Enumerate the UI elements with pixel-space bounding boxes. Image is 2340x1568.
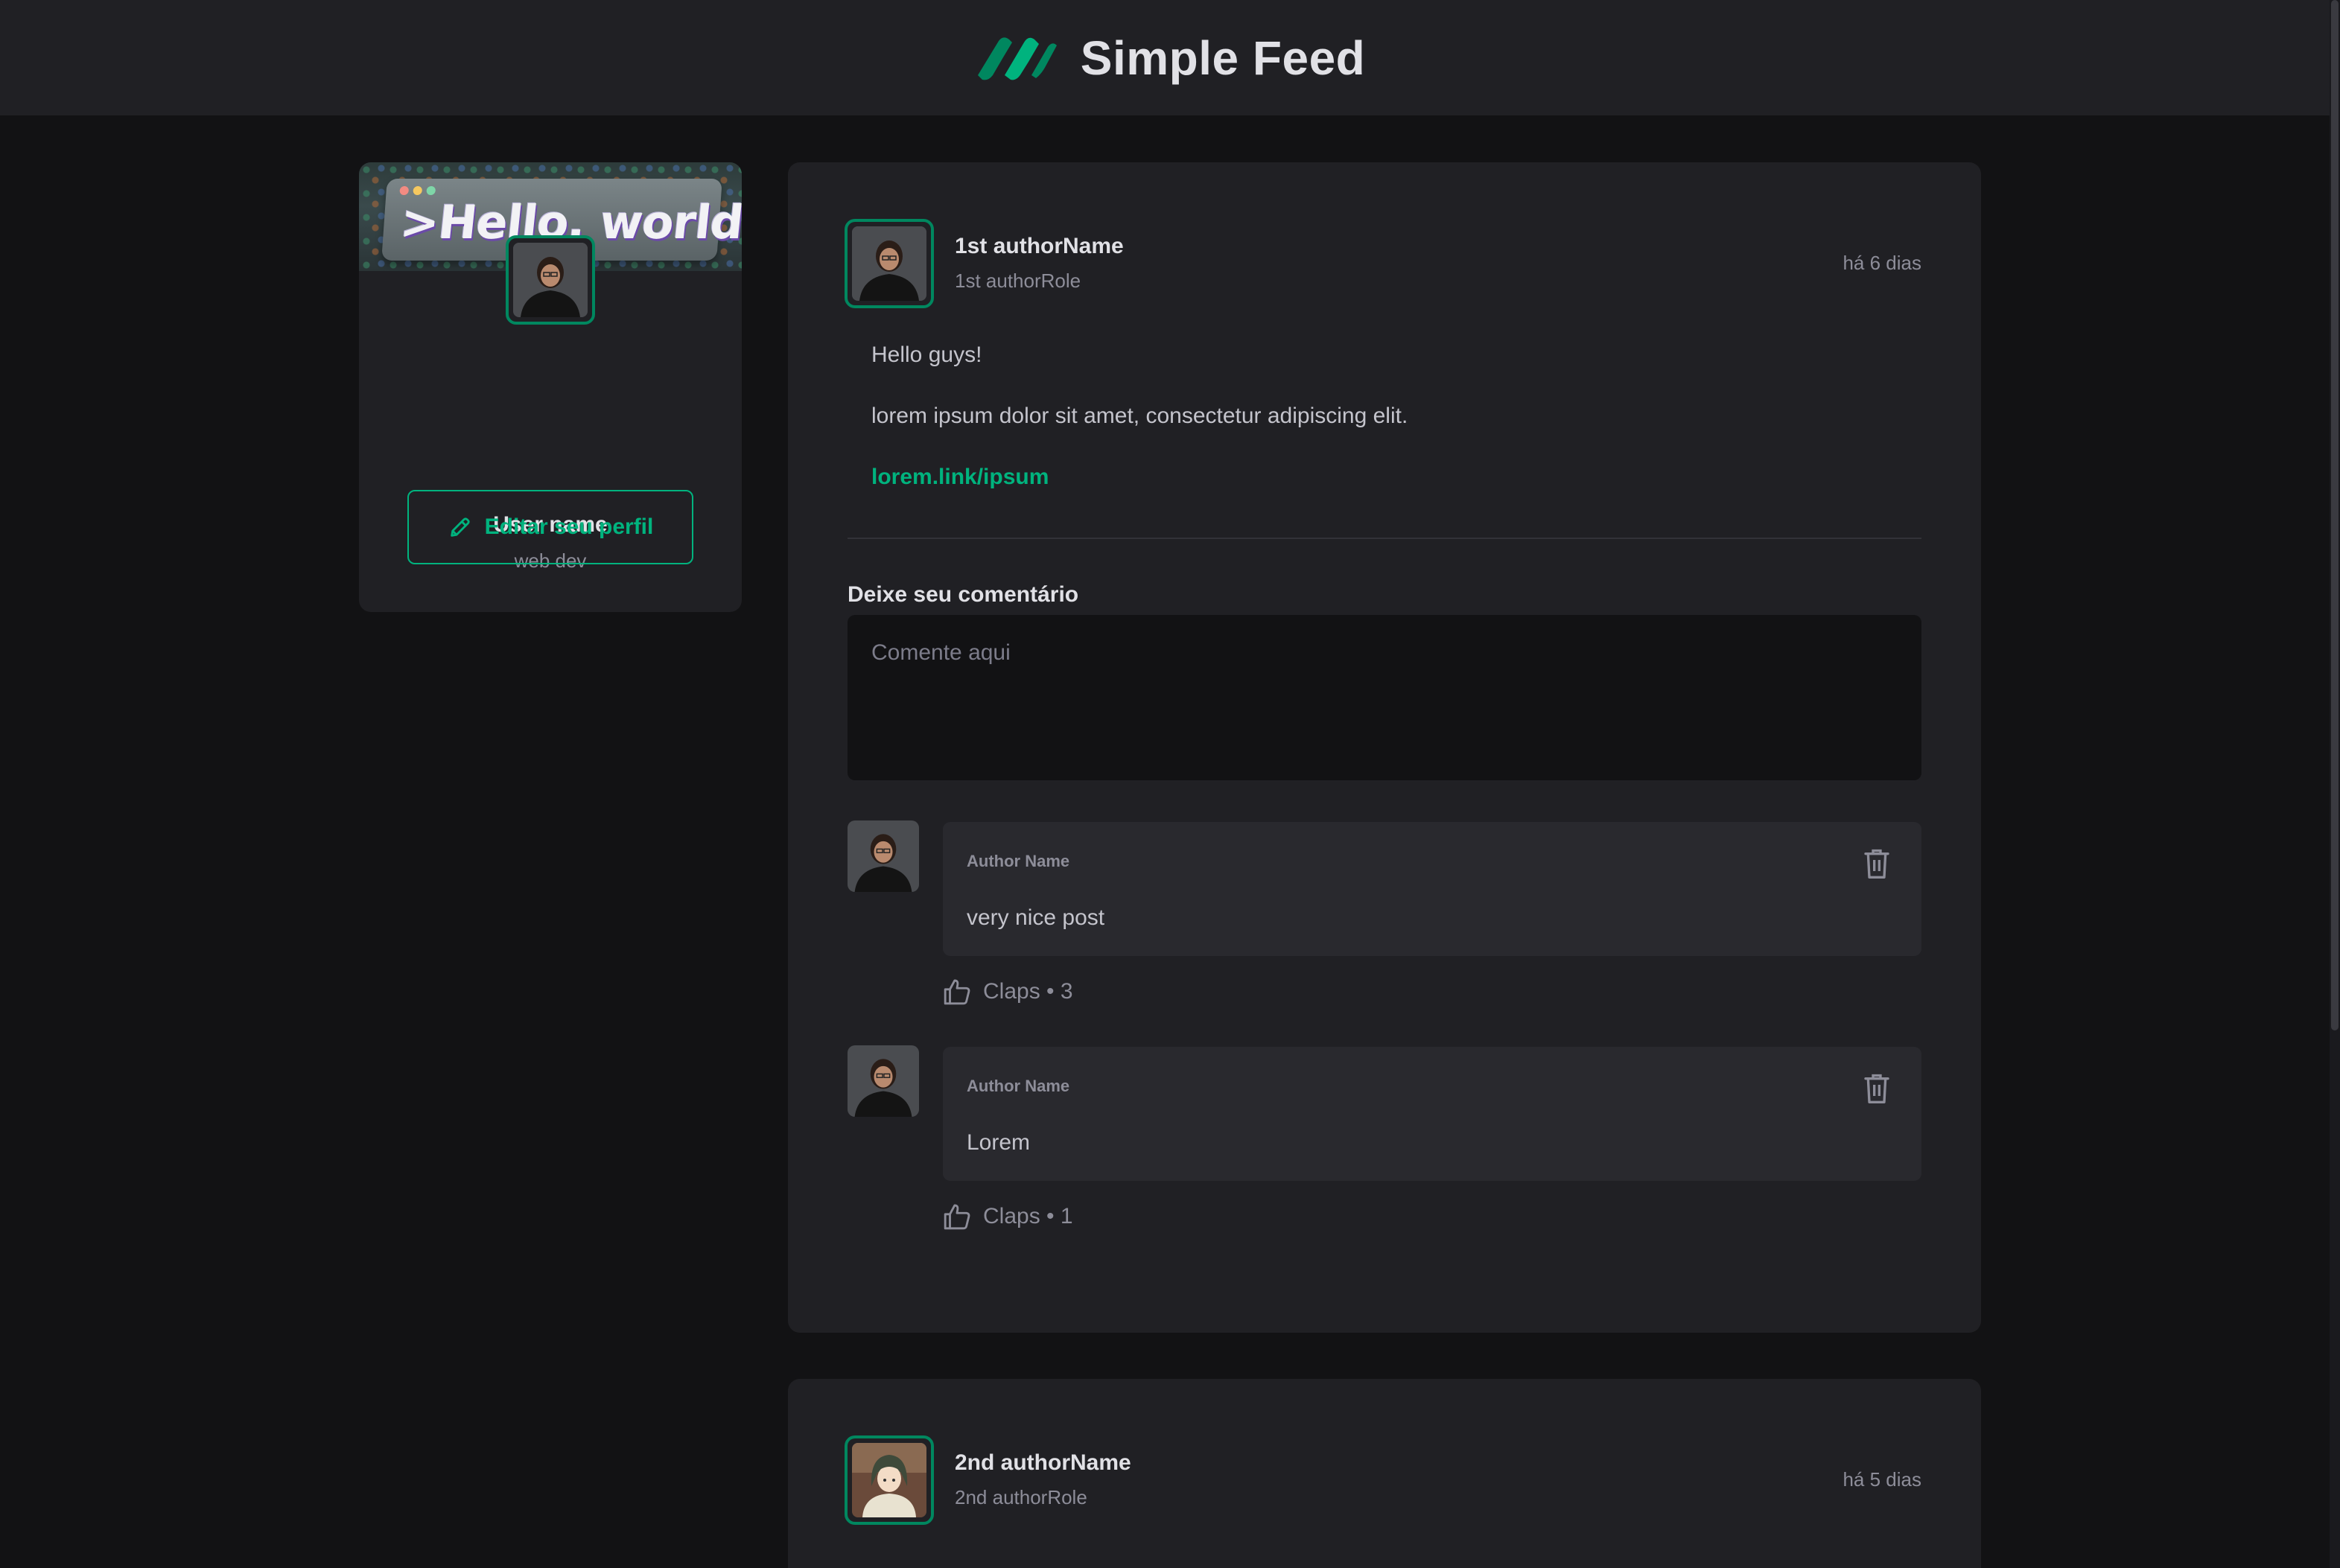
comment-author-name: Author Name [967,852,1070,870]
edit-profile-button[interactable]: Editar seu perfil [407,490,693,564]
comment-author-name: Author Name [967,1077,1070,1095]
scrollbar-thumb[interactable] [2331,0,2339,1030]
window-dot-icon [399,186,410,195]
user-avatar[interactable] [506,235,595,325]
claps-button[interactable]: Claps • 3 [943,978,1073,1005]
post-card: 2nd authorName 2nd authorRole há 5 dias [788,1379,1981,1568]
pencil-icon [450,517,470,537]
post-author-role: 1st authorRole [955,270,1081,292]
logo-icon [977,36,1057,80]
post-link[interactable]: lorem.link/ipsum [871,465,1049,489]
post-timestamp[interactable]: há 5 dias [1843,1468,1921,1491]
thumbs-up-icon [944,1204,970,1230]
post-divider [848,538,1921,539]
post-timestamp[interactable]: há 6 dias [1843,252,1921,275]
comment-form-heading: Deixe seu comentário [848,582,1079,607]
avatar-photo [852,1443,926,1517]
comment-text: very nice post [967,905,1105,930]
post-content: Hello guys! lorem ipsum dolor sit amet, … [871,344,1914,527]
trash-icon [1864,1074,1889,1103]
comment-bubble: Author Name very nice post [943,822,1921,956]
post-author-avatar[interactable] [845,219,934,308]
delete-comment-button[interactable] [1862,1072,1892,1105]
comment-input[interactable] [848,615,1921,780]
post-card: 1st authorName 1st authorRole há 6 dias … [788,162,1981,1333]
post-paragraph: lorem ipsum dolor sit amet, consectetur … [871,404,1408,428]
post-author-name: 1st authorName [955,234,1124,258]
comment-bubble: Author Name Lorem [943,1047,1921,1181]
avatar-photo [852,226,926,301]
thumbs-up-icon [944,979,970,1005]
post-author-avatar[interactable] [845,1435,934,1525]
comment-author-avatar[interactable] [848,820,919,892]
post-author-name: 2nd authorName [955,1450,1131,1475]
comment-text: Lorem [967,1130,1031,1155]
claps-button[interactable]: Claps • 1 [943,1203,1073,1230]
post-author-role: 2nd authorRole [955,1486,1087,1508]
window-dot-icon [413,186,423,195]
post-paragraph: Hello guys! [871,342,982,367]
trash-icon [1864,849,1889,879]
claps-label: Claps • 3 [983,979,1073,1004]
delete-comment-button[interactable] [1862,847,1892,880]
app-header: Simple Feed [0,0,2340,115]
app-title: Simple Feed [1080,31,1366,85]
avatar-photo [848,1045,919,1117]
comment-author-avatar[interactable] [848,1045,919,1117]
window-dot-icon [426,186,436,195]
avatar-photo [848,820,919,892]
scrollbar[interactable] [2330,0,2340,1568]
edit-profile-label: Editar seu perfil [484,514,654,539]
avatar-photo [513,243,588,317]
claps-label: Claps • 1 [983,1204,1073,1228]
